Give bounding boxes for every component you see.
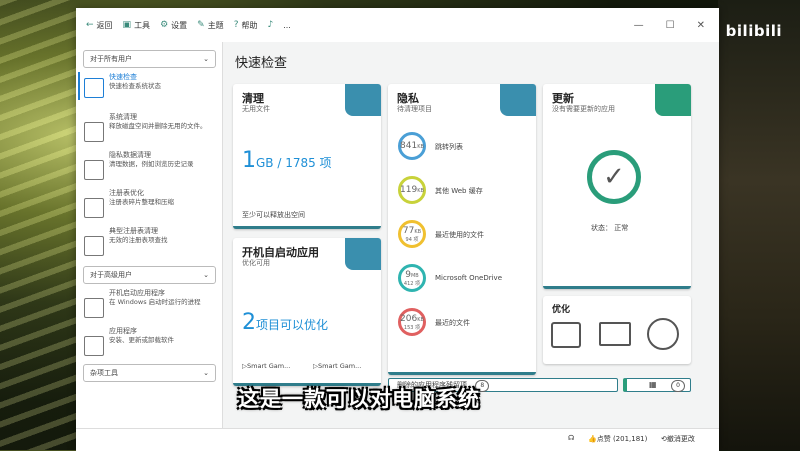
rocket-icon — [345, 238, 381, 270]
maximize-icon[interactable]: ☐ — [666, 20, 675, 31]
ring-count: 153 项 — [403, 324, 421, 331]
sliders-icon[interactable] — [551, 322, 581, 348]
gear-icon: ⚙ — [160, 20, 169, 30]
bell-icon: ♪ — [267, 20, 274, 30]
ring-count: 94 项 — [405, 236, 419, 243]
sidebar: 对于所有用户 ⌄ 快速检查 快速检查系统状态 系统清理 释放磁盘空间并删除无用的文件。… — [76, 42, 223, 428]
chevron-down-icon: ⌄ — [203, 271, 209, 279]
privacy-item-label[interactable]: 最近的文件 — [435, 318, 470, 328]
counter-bar[interactable]: ▦ 0 — [623, 378, 691, 392]
registry-clean-icon — [84, 236, 104, 256]
undo-button[interactable]: ⟲撤消更改 — [661, 434, 695, 444]
ring-value: 77KB — [402, 225, 422, 236]
ring-value: 119KB — [400, 185, 424, 195]
ring-value: 9MB — [405, 269, 419, 280]
ring-count: 412 项 — [403, 280, 421, 287]
update-card[interactable]: 更新 没有需要更新的应用 ✓ 状态： 正常 — [543, 84, 691, 289]
toolbar: ← 返回 ▣ 工具 ⚙ 设置 ✎ 主题 ? 帮助 ♪ ... — ☐ ✕ — [76, 8, 719, 42]
status-bar: ☊ 👍点赞 (201,181) ⟲撤消更改 — [76, 428, 719, 451]
sidebar-item-applications[interactable]: 应用程序 安装、更新或卸载软件 — [84, 326, 214, 356]
privacy-ring: 841KB — [398, 132, 426, 160]
misc-tools-dropdown[interactable]: 杂项工具 ⌄ — [83, 364, 216, 382]
sidebar-item-startup-apps[interactable]: 开机启动应用程序在 Windows 启动时运行的进程 — [84, 288, 214, 318]
cleanup-icon — [84, 122, 104, 142]
like-button[interactable]: 👍点赞 (201,181) — [588, 434, 647, 444]
notification-button[interactable]: ♪ — [267, 20, 273, 30]
help-button[interactable]: ? 帮助 — [234, 20, 258, 31]
more-button[interactable]: ... — [283, 21, 291, 30]
settings-button[interactable]: ⚙ 设置 — [160, 20, 187, 31]
back-button[interactable]: ← 返回 — [86, 20, 113, 31]
all-users-dropdown[interactable]: 对于所有用户 ⌄ — [83, 50, 216, 68]
chevron-down-icon: ⌄ — [203, 369, 209, 377]
startup-icon — [84, 298, 104, 318]
status-ok-icon: ✓ — [587, 150, 641, 204]
cloud-download-icon — [655, 84, 691, 116]
update-status: 状态： 正常 — [591, 224, 629, 232]
quick-check-icon — [84, 78, 104, 98]
privacy-ring: 119KB — [398, 176, 426, 204]
ring-value: 206KB — [400, 313, 424, 324]
startup-card[interactable]: 开机自启动应用 优化可用 2项目可以优化 ▷Smart Gam... ▷Smar… — [233, 238, 381, 386]
privacy-item-label[interactable]: 跳转列表 — [435, 142, 463, 152]
startup-app-2[interactable]: ▷Smart Gam... — [313, 362, 361, 370]
broom-icon — [345, 84, 381, 116]
apps-icon — [84, 336, 104, 356]
registry-icon — [84, 198, 104, 218]
monitor-gear-icon[interactable] — [599, 322, 631, 346]
sidebar-item-system-cleanup[interactable]: 系统清理 释放磁盘空间并删除无用的文件。 — [84, 112, 214, 142]
privacy-ring: 9MB 412 项 — [398, 264, 426, 292]
advanced-users-dropdown[interactable]: 对于高级用户 ⌄ — [83, 266, 216, 284]
privacy-item-label[interactable]: 其他 Web 缓存 — [435, 186, 483, 196]
bilibili-logo: bilibili — [725, 22, 782, 40]
thumbs-up-icon: 👍 — [588, 435, 597, 443]
help-icon: ? — [233, 20, 239, 30]
sidebar-item-privacy-cleanup[interactable]: 隐私数据清理 清理数据，例如浏览历史记录 — [84, 150, 214, 180]
page-title: 快速检查 — [235, 56, 288, 71]
toolbox-icon: ▣ — [122, 20, 132, 30]
sidebar-item-quick-check[interactable]: 快速检查 快速检查系统状态 — [78, 72, 214, 100]
background-right — [718, 0, 800, 450]
video-subtitle: 这是一款可以对电脑系统 — [238, 387, 480, 411]
privacy-card[interactable]: 隐私 待清理项目 841KB 跳转列表 119KB 其他 Web 缓存 77KB 94 项… — [388, 84, 536, 375]
chevron-down-icon: ⌄ — [203, 55, 209, 63]
arrow-left-icon: ← — [86, 20, 94, 30]
privacy-ring: 77KB 94 项 — [398, 220, 426, 248]
headset-icon[interactable]: ☊ — [568, 434, 574, 442]
close-icon[interactable]: ✕ — [697, 20, 705, 31]
privacy-item-label[interactable]: 最近使用的文件 — [435, 230, 484, 240]
apps-grid-icon[interactable] — [647, 318, 679, 350]
main-panel: 快速检查 清理 无用文件 1GB / 1785 项 至少可以释放出空间 开机自启… — [223, 42, 719, 428]
startup-app-1[interactable]: ▷Smart Gam... — [242, 362, 290, 370]
privacy-brush-icon — [500, 84, 536, 116]
sidebar-item-registry-cleanup[interactable]: 典型注册表清理 无效的注册表项查找 — [84, 226, 214, 256]
cleanup-card[interactable]: 清理 无用文件 1GB / 1785 项 至少可以释放出空间 — [233, 84, 381, 229]
calendar-icon: ▦ — [649, 380, 657, 389]
sidebar-item-registry-optimize[interactable]: 注册表优化 注册表碎片整理和压缩 — [84, 188, 214, 218]
minimize-icon[interactable]: — — [634, 20, 644, 31]
privacy-ring: 206KB 153 项 — [398, 308, 426, 336]
background-left — [0, 0, 80, 450]
palette-icon: ✎ — [197, 20, 205, 30]
privacy-item-label[interactable]: Microsoft OneDrive — [435, 274, 502, 282]
privacy-icon — [84, 160, 104, 180]
ring-value: 841KB — [400, 141, 424, 151]
theme-button[interactable]: ✎ 主题 — [197, 20, 224, 31]
tools-button[interactable]: ▣ 工具 — [123, 20, 151, 31]
optimize-card[interactable]: 优化 — [543, 296, 691, 364]
window-controls: — ☐ ✕ — [634, 20, 705, 31]
